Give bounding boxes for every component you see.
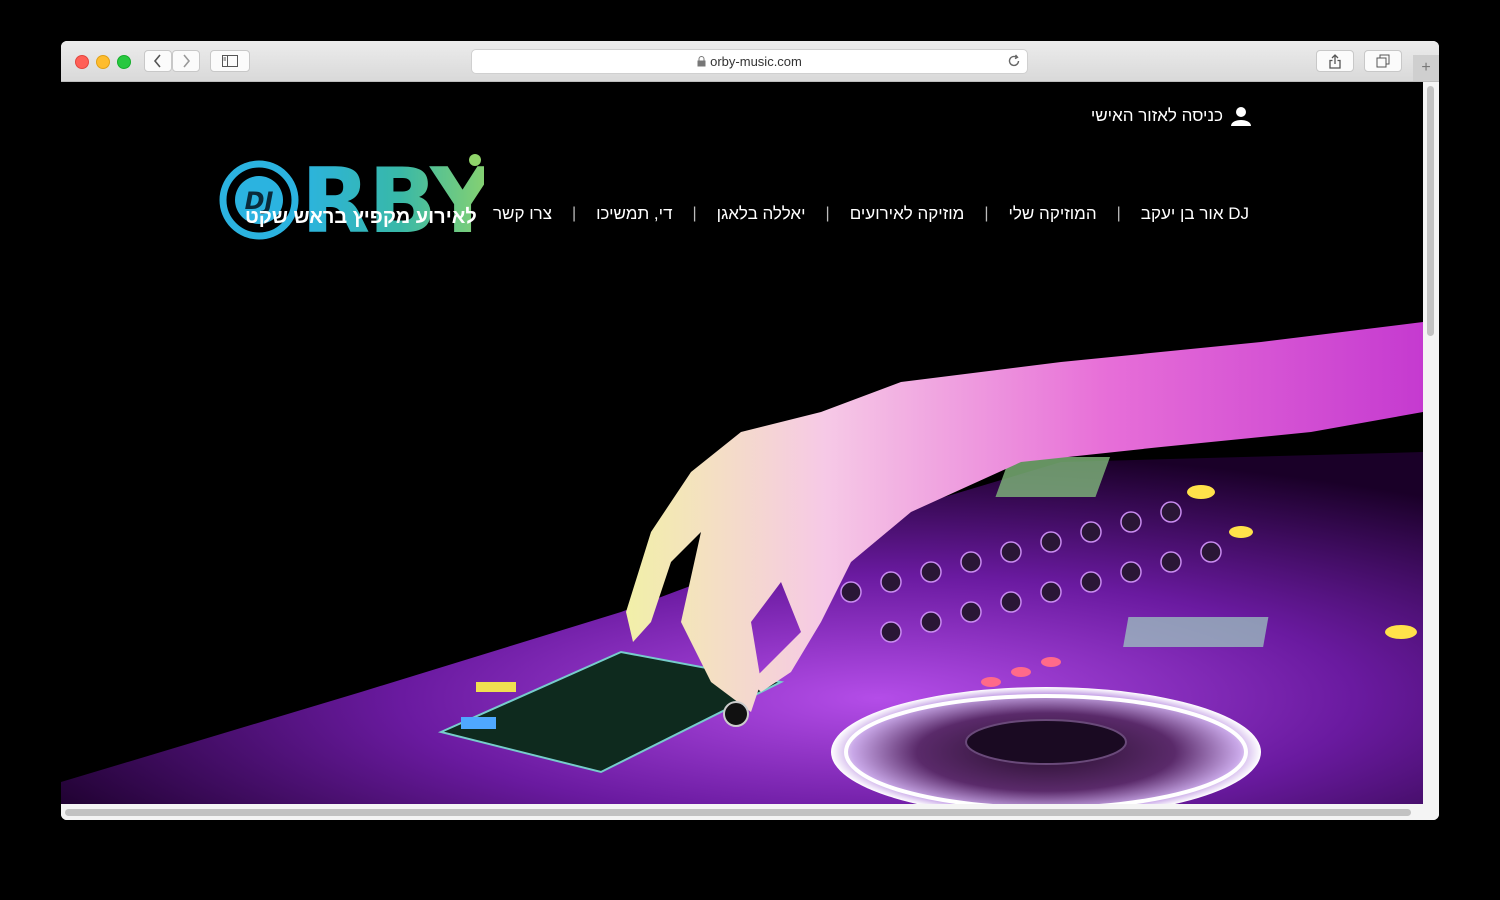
nav-item-my-music[interactable]: המוזיקה שלי: [1008, 204, 1096, 224]
url-text: orby-music.com: [710, 54, 802, 69]
nav-separator: |: [692, 205, 697, 222]
sidebar-icon: [222, 55, 238, 67]
page-viewport: כניסה לאזור האישי DJ RBY לאירוע מקפיץ בר…: [61, 82, 1423, 804]
browser-toolbar: orby-music.com: [61, 41, 1439, 82]
sidebar-toggle-button[interactable]: [210, 50, 250, 72]
nav-item-continue[interactable]: די, תמשיכו: [596, 204, 672, 224]
user-icon: [1231, 107, 1251, 126]
minimize-window-button[interactable]: [96, 55, 110, 69]
tabs-icon: [1376, 54, 1390, 68]
address-bar[interactable]: orby-music.com: [471, 49, 1028, 74]
tabs-overview-button[interactable]: [1364, 50, 1402, 72]
reload-icon[interactable]: [1007, 54, 1021, 71]
vertical-scroll-thumb[interactable]: [1427, 86, 1434, 336]
nav-item-yalla-balagan[interactable]: יאללה בלאגן: [717, 204, 806, 224]
svg-text:RBY: RBY: [301, 149, 484, 246]
nav-separator: |: [1116, 205, 1121, 222]
chevron-right-icon: [183, 54, 191, 68]
back-button[interactable]: [144, 50, 172, 72]
forward-button[interactable]: [172, 50, 200, 72]
horizontal-scrollbar[interactable]: [61, 804, 1439, 820]
nav-item-contact[interactable]: צרו קשר: [493, 204, 552, 224]
hero-dj-image: [61, 262, 1423, 804]
nav-separator: |: [571, 205, 577, 222]
orby-logo-icon: DJ RBY: [219, 149, 499, 254]
new-tab-button[interactable]: +: [1413, 55, 1439, 81]
login-link[interactable]: כניסה לאזור האישי: [1091, 106, 1251, 126]
close-window-button[interactable]: [75, 55, 89, 69]
share-icon: [1329, 53, 1341, 69]
login-label: כניסה לאזור האישי: [1090, 106, 1223, 125]
chevron-left-icon: [153, 54, 161, 68]
horizontal-scroll-thumb[interactable]: [65, 809, 1411, 816]
nav-separator: |: [984, 205, 989, 222]
lock-icon: [697, 56, 706, 67]
plus-icon: +: [1421, 59, 1431, 76]
zoom-window-button[interactable]: [117, 55, 131, 69]
nav-item-event-music[interactable]: מוזיקה לאירועים: [850, 204, 965, 224]
nav-item-about[interactable]: DJ אור בן יעקב: [1141, 204, 1249, 224]
nav-separator: |: [825, 205, 830, 222]
browser-window: orby-music.com + כניסה לאזור האישי DJ RB…: [61, 41, 1439, 820]
vertical-scrollbar[interactable]: [1423, 82, 1439, 804]
site-tagline: לאירוע מקפיץ בראש שקט: [245, 206, 477, 228]
share-button[interactable]: [1316, 50, 1354, 72]
site-logo[interactable]: DJ RBY: [219, 146, 499, 254]
main-nav: DJ אור בן יעקב | המוזיקה שלי | מוזיקה לא…: [493, 204, 1249, 224]
